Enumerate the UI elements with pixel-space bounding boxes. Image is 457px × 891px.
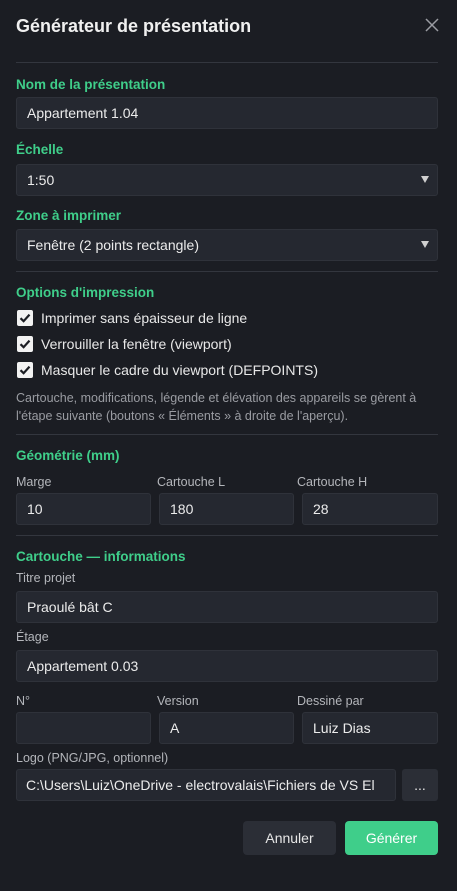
cancel-button[interactable]: Annuler: [243, 821, 336, 855]
titleblock-info-label: Cartouche — informations: [16, 549, 186, 564]
print-zone-select[interactable]: Fenêtre (2 points rectangle): [16, 229, 438, 261]
scale-select[interactable]: 1:50: [16, 164, 438, 196]
checkmark-icon: [19, 313, 31, 323]
divider: [16, 535, 438, 536]
presentation-generator-dialog: Générateur de présentation Nom de la pré…: [0, 0, 457, 891]
floor-input[interactable]: Appartement 0.03: [16, 650, 438, 682]
drawn-by-label: Dessiné par: [297, 694, 364, 708]
checkbox-checked[interactable]: [17, 310, 33, 326]
project-title-label: Titre projet: [16, 571, 76, 585]
help-text: Cartouche, modifications, légende et élé…: [16, 391, 417, 423]
close-button[interactable]: [420, 13, 444, 37]
scale-value: 1:50: [27, 172, 55, 188]
titleblock-width-label: Cartouche L: [157, 475, 226, 489]
drawn-by-input[interactable]: Luiz Dias: [302, 712, 438, 744]
option-no-lineweight[interactable]: Imprimer sans épaisseur de ligne: [17, 308, 247, 328]
margin-label: Marge: [16, 475, 52, 489]
titleblock-width-input[interactable]: 180: [159, 493, 294, 525]
option-hide-viewport-frame[interactable]: Masquer le cadre du viewport (DEFPOINTS): [17, 360, 318, 380]
margin-input[interactable]: 10: [16, 493, 151, 525]
version-label: Version: [157, 694, 199, 708]
number-label: N°: [16, 694, 31, 708]
print-zone-label: Zone à imprimer: [16, 208, 122, 223]
option-label: Imprimer sans épaisseur de ligne: [41, 310, 248, 326]
print-zone-value: Fenêtre (2 points rectangle): [27, 237, 199, 253]
project-title-input[interactable]: Praoulé bât C: [16, 591, 438, 623]
titleblock-height-label: Cartouche H: [297, 475, 368, 489]
dialog-title: Générateur de présentation: [16, 16, 252, 36]
generate-button[interactable]: Générer: [345, 821, 438, 855]
geometry-label: Géométrie (mm): [16, 448, 120, 463]
checkmark-icon: [19, 339, 31, 349]
checkmark-icon: [19, 365, 31, 375]
floor-label: Étage: [16, 630, 49, 644]
option-lock-viewport[interactable]: Verrouiller la fenêtre (viewport): [17, 334, 232, 354]
logo-label: Logo (PNG/JPG, optionnel): [16, 751, 169, 765]
checkbox-checked[interactable]: [17, 336, 33, 352]
caret-down-icon: [421, 241, 429, 248]
divider: [16, 271, 438, 272]
checkbox-checked[interactable]: [17, 362, 33, 378]
print-options-label: Options d'impression: [16, 285, 155, 300]
version-input[interactable]: A: [159, 712, 294, 744]
number-input[interactable]: [16, 712, 151, 744]
divider: [16, 62, 438, 63]
option-label: Verrouiller la fenêtre (viewport): [41, 336, 232, 352]
logo-path-input[interactable]: C:\Users\Luiz\OneDrive - electrovalais\F…: [16, 769, 396, 801]
scale-label: Échelle: [16, 142, 64, 157]
titleblock-height-input[interactable]: 28: [302, 493, 438, 525]
presentation-name-input[interactable]: Appartement 1.04: [16, 97, 438, 129]
divider: [16, 434, 438, 435]
presentation-name-label: Nom de la présentation: [16, 77, 166, 92]
close-icon: [425, 18, 439, 32]
option-label: Masquer le cadre du viewport (DEFPOINTS): [41, 362, 318, 378]
caret-down-icon: [421, 176, 429, 183]
browse-button[interactable]: ...: [402, 769, 438, 801]
